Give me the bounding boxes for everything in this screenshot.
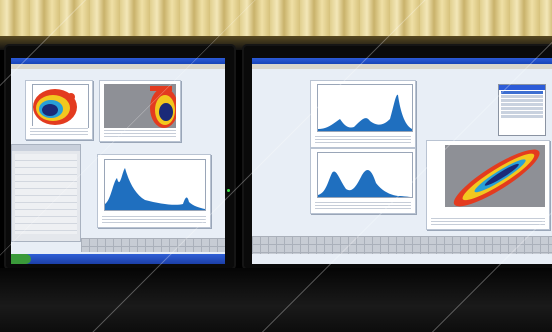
histogram-2[interactable]	[310, 80, 416, 148]
right-monitor	[244, 46, 552, 268]
right-grid-strip	[252, 236, 552, 254]
right-screen	[252, 58, 552, 264]
histogram-1-curve	[105, 168, 205, 210]
photo-scene	[0, 0, 552, 332]
statistics-panel[interactable]	[11, 144, 81, 242]
statistics-table	[15, 154, 77, 234]
experiment-browser[interactable]	[498, 84, 546, 136]
histogram-3-curve	[318, 169, 412, 197]
dot-plot-3-area	[445, 145, 545, 207]
dot-plot-2-area	[104, 84, 176, 128]
left-monitor	[6, 46, 234, 268]
histogram-2-stats	[315, 134, 411, 144]
dot-plot-2-density	[150, 86, 176, 128]
histogram-3[interactable]	[310, 148, 416, 214]
tree-item[interactable]	[501, 115, 543, 118]
dot-plot-2[interactable]	[99, 80, 181, 142]
tree-item[interactable]	[501, 99, 543, 102]
dot-plot-1-area	[32, 84, 89, 128]
histogram-2-curve	[318, 94, 412, 131]
tree-item[interactable]	[501, 107, 543, 110]
dot-plot-3-density	[453, 149, 540, 207]
tree-item[interactable]	[501, 111, 543, 114]
histogram-1-stats	[102, 214, 206, 224]
power-led	[227, 189, 230, 192]
dot-plot-1-density	[33, 89, 77, 125]
right-menubar[interactable]	[252, 64, 552, 69]
tree-item[interactable]	[501, 103, 543, 106]
left-screen	[11, 58, 225, 264]
tree-item[interactable]	[501, 95, 543, 98]
start-button[interactable]	[11, 254, 31, 264]
dot-plot-3-stats	[431, 216, 545, 226]
desk	[0, 268, 552, 332]
histogram-1[interactable]	[97, 154, 211, 228]
left-grid-strip	[81, 238, 225, 252]
statistics-panel-header	[12, 145, 80, 151]
left-taskbar[interactable]	[11, 254, 225, 264]
histogram-3-area	[317, 152, 413, 198]
tree-item-selected[interactable]	[501, 91, 543, 94]
experiment-browser-title	[499, 85, 545, 90]
histogram-1-area	[104, 159, 206, 211]
left-menubar[interactable]	[11, 64, 225, 69]
dot-plot-2-stats	[104, 128, 176, 138]
dot-plot-3[interactable]	[426, 140, 550, 230]
dot-plot-1-stats	[30, 126, 88, 136]
histogram-3-stats	[315, 200, 411, 210]
dot-plot-1[interactable]	[25, 80, 93, 140]
histogram-2-area	[317, 84, 413, 132]
